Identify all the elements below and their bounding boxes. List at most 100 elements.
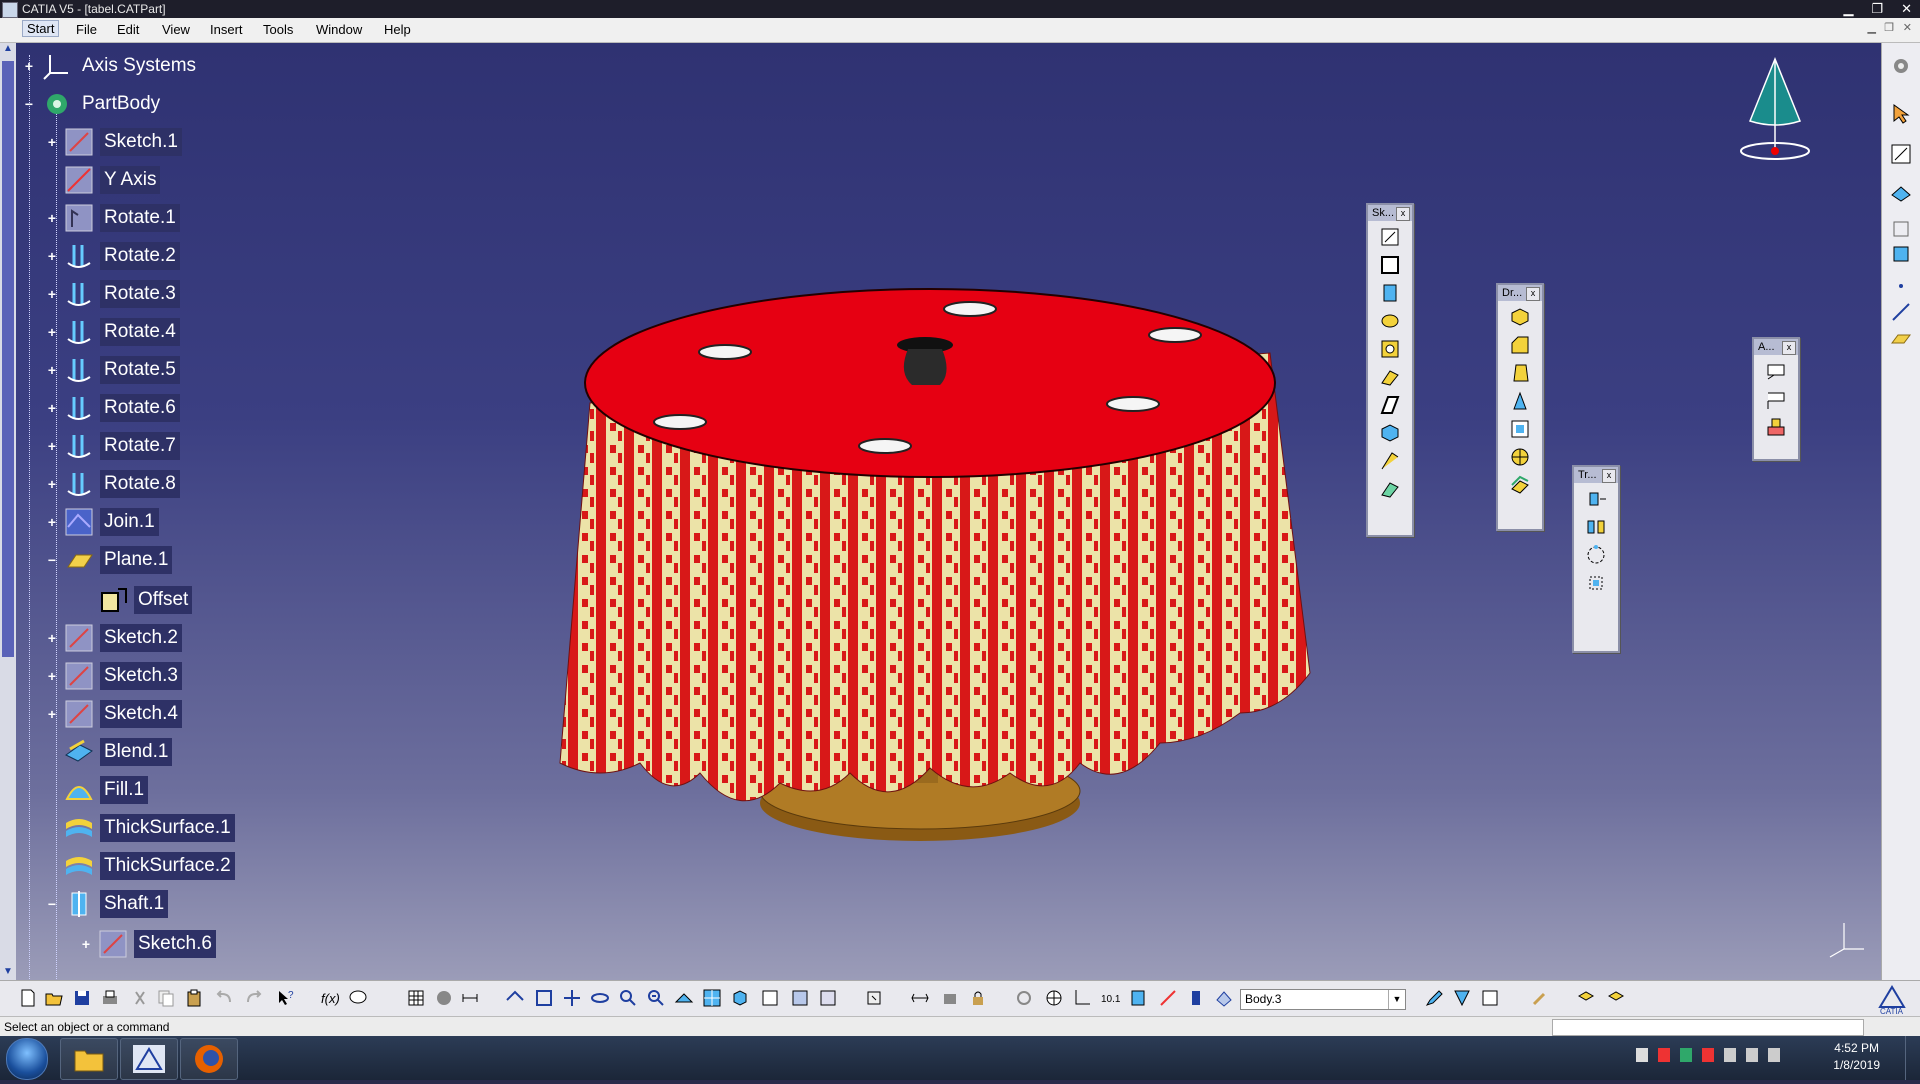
file-explorer-icon[interactable] bbox=[60, 1038, 118, 1080]
zoom-out-icon[interactable] bbox=[646, 988, 666, 1008]
zoom-in-icon[interactable] bbox=[618, 988, 638, 1008]
globe-icon[interactable] bbox=[1044, 988, 1064, 1008]
menu-edit[interactable]: Edit bbox=[117, 22, 139, 37]
chevron-down-icon[interactable]: ▼ bbox=[1388, 990, 1405, 1009]
collapse-icon[interactable]: − bbox=[46, 897, 58, 911]
iso-view-icon[interactable] bbox=[730, 988, 750, 1008]
minimize-icon[interactable]: ▁ bbox=[1843, 0, 1853, 18]
close-icon[interactable]: x bbox=[1782, 341, 1796, 355]
rib-icon[interactable] bbox=[1378, 365, 1402, 389]
thread-icon[interactable] bbox=[1508, 445, 1532, 469]
expand-icon[interactable]: + bbox=[46, 439, 58, 453]
flag-icon[interactable] bbox=[1636, 1048, 1648, 1062]
3d-viewport[interactable]: ▲ ▼ + Axis Systems − PartBody + Sketch.1 bbox=[0, 43, 1882, 980]
update-icon[interactable] bbox=[864, 988, 884, 1008]
hole-icon[interactable] bbox=[1378, 337, 1402, 361]
fly-mode-icon[interactable] bbox=[505, 988, 525, 1008]
slot-icon[interactable] bbox=[1378, 393, 1402, 417]
body-icon[interactable] bbox=[1214, 988, 1234, 1008]
solid-icon[interactable] bbox=[1378, 421, 1402, 445]
redo-icon[interactable] bbox=[244, 988, 264, 1008]
dress-up-toolbar[interactable]: Dr... x bbox=[1496, 283, 1544, 531]
menu-start[interactable]: Start bbox=[22, 20, 60, 37]
new-file-icon[interactable] bbox=[18, 988, 38, 1008]
tree-node-blend-1[interactable]: Blend.1 bbox=[42, 737, 173, 767]
tree-node-sketch-1[interactable]: + Sketch.1 bbox=[42, 127, 182, 157]
tray-app-icon[interactable] bbox=[1724, 1048, 1736, 1062]
collapse-icon[interactable]: − bbox=[23, 97, 35, 111]
tools-icon[interactable] bbox=[1530, 988, 1550, 1008]
tree-node-shaft-1[interactable]: − Shaft.1 bbox=[42, 889, 169, 919]
gear-icon[interactable] bbox=[1890, 55, 1912, 77]
network-icon[interactable] bbox=[1746, 1048, 1758, 1062]
rotate-view-icon[interactable] bbox=[590, 988, 610, 1008]
expand-icon[interactable]: + bbox=[46, 401, 58, 415]
point-icon[interactable] bbox=[1890, 275, 1912, 297]
tree-node-partbody[interactable]: − PartBody bbox=[20, 89, 164, 119]
tree-node-y-axis[interactable]: Y Axis bbox=[42, 165, 161, 195]
body-selector-dropdown[interactable]: Body.3 ▼ bbox=[1240, 989, 1406, 1010]
apply-material-icon[interactable] bbox=[1158, 988, 1178, 1008]
measure-icon[interactable] bbox=[460, 988, 480, 1008]
expand-icon[interactable]: + bbox=[23, 59, 35, 73]
doc-close-icon[interactable]: ✕ bbox=[1903, 21, 1912, 34]
pencil-icon[interactable] bbox=[1424, 988, 1444, 1008]
constraint-icon[interactable] bbox=[910, 988, 930, 1008]
anchor-icon[interactable] bbox=[940, 988, 960, 1008]
expand-icon[interactable]: + bbox=[46, 135, 58, 149]
thickness-icon[interactable] bbox=[1508, 417, 1532, 441]
fit-all-icon[interactable] bbox=[534, 988, 554, 1008]
scroll-up-icon[interactable]: ▲ bbox=[2, 43, 14, 57]
draft-icon[interactable] bbox=[1508, 361, 1532, 385]
tray-app-icon[interactable] bbox=[1702, 1048, 1714, 1062]
tree-node-rotate-2[interactable]: + Rotate.2 bbox=[42, 241, 180, 271]
stiffener-icon[interactable] bbox=[1378, 477, 1402, 501]
sketch-tool-icon[interactable] bbox=[1378, 225, 1402, 249]
tree-node-rotate-6[interactable]: + Rotate.6 bbox=[42, 393, 180, 423]
scroll-thumb[interactable] bbox=[2, 61, 14, 657]
scroll-down-icon[interactable]: ▼ bbox=[2, 966, 14, 980]
expand-icon[interactable]: + bbox=[46, 707, 58, 721]
tree-node-thicksurface-2[interactable]: ThickSurface.2 bbox=[42, 851, 235, 881]
tree-node-rotate-5[interactable]: + Rotate.5 bbox=[42, 355, 180, 385]
expand-icon[interactable]: + bbox=[46, 249, 58, 263]
tree-node-rotate-4[interactable]: + Rotate.4 bbox=[42, 317, 180, 347]
annotation-toolbar[interactable]: A... x bbox=[1752, 337, 1800, 461]
lock-icon[interactable] bbox=[968, 988, 988, 1008]
sketcher-icon[interactable] bbox=[1890, 143, 1912, 165]
menu-file[interactable]: File bbox=[76, 22, 97, 37]
tree-node-sketch-2[interactable]: + Sketch.2 bbox=[42, 623, 182, 653]
undo-icon[interactable] bbox=[214, 988, 234, 1008]
shell-icon[interactable] bbox=[1508, 389, 1532, 413]
pan-icon[interactable] bbox=[562, 988, 582, 1008]
table-model[interactable] bbox=[540, 243, 1400, 883]
volume-icon[interactable] bbox=[1768, 1048, 1780, 1062]
doc-minimize-icon[interactable]: ▁ bbox=[1868, 21, 1876, 34]
swap-visible-icon[interactable] bbox=[818, 988, 838, 1008]
expand-icon[interactable]: + bbox=[80, 937, 92, 951]
system-clock[interactable]: 4:52 PM 1/8/2019 bbox=[1833, 1040, 1880, 1074]
expand-icon[interactable]: + bbox=[46, 287, 58, 301]
tray-app-icon[interactable] bbox=[1658, 1048, 1670, 1062]
pad-icon[interactable] bbox=[1378, 281, 1402, 305]
analysis-icon[interactable] bbox=[1890, 218, 1912, 240]
firefox-icon[interactable] bbox=[180, 1038, 238, 1080]
tray-app-icon[interactable] bbox=[1680, 1048, 1692, 1062]
tree-node-sketch-4[interactable]: + Sketch.4 bbox=[42, 699, 182, 729]
expand-icon[interactable]: + bbox=[46, 477, 58, 491]
expand-icon[interactable]: + bbox=[46, 211, 58, 225]
fillet-icon[interactable] bbox=[1508, 305, 1532, 329]
pocket-icon[interactable] bbox=[1378, 309, 1402, 333]
menu-insert[interactable]: Insert bbox=[210, 22, 243, 37]
expand-icon[interactable]: + bbox=[46, 363, 58, 377]
menu-tools[interactable]: Tools bbox=[263, 22, 293, 37]
close-icon[interactable]: x bbox=[1602, 469, 1616, 483]
windows-start-icon[interactable] bbox=[6, 1038, 48, 1080]
expand-icon[interactable]: + bbox=[46, 631, 58, 645]
menu-view[interactable]: View bbox=[162, 22, 190, 37]
positioned-sketch-icon[interactable] bbox=[1378, 253, 1402, 277]
grid-icon[interactable] bbox=[1480, 988, 1500, 1008]
shading-icon[interactable] bbox=[760, 988, 780, 1008]
mirror-icon[interactable] bbox=[1584, 515, 1608, 539]
multi-section-icon[interactable] bbox=[1378, 449, 1402, 473]
